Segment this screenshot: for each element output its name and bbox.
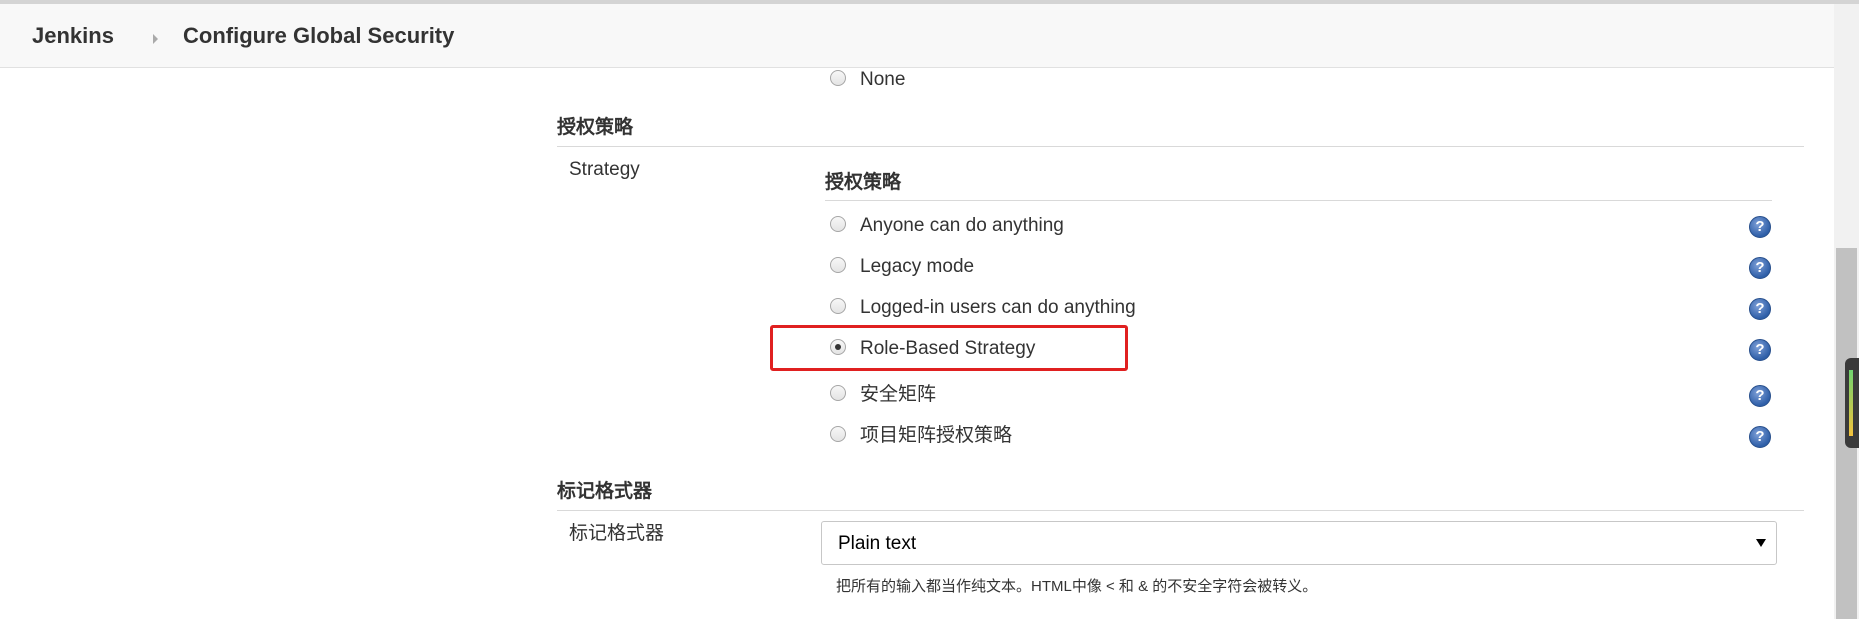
strategy-option[interactable]: Anyone can do anything [830, 214, 1780, 242]
strategy-option-label: 项目矩阵授权策略 [860, 425, 1013, 446]
breadcrumb-jenkins-link[interactable]: Jenkins [32, 22, 114, 50]
security-realm-none-option[interactable]: None [830, 68, 1780, 96]
help-icon[interactable]: ? [1749, 426, 1771, 448]
breadcrumb: Jenkins Configure Global Security [0, 4, 1834, 68]
strategy-option-label: Anyone can do anything [860, 215, 1064, 236]
markup-formatter-select[interactable]: Plain text [821, 521, 1777, 565]
strategy-option[interactable]: 项目矩阵授权策略 [830, 424, 1780, 452]
select-value: Plain text [838, 533, 917, 554]
authorization-section-title: 授权策略 [557, 117, 634, 138]
side-widget-icon[interactable] [1845, 358, 1859, 448]
breadcrumb-current-page[interactable]: Configure Global Security [183, 22, 454, 50]
help-icon[interactable]: ? [1749, 298, 1771, 320]
highlight-annotation [770, 325, 1128, 371]
page: Jenkins Configure Global Security None 授… [0, 0, 1859, 619]
strategy-radio[interactable] [830, 298, 846, 314]
strategy-option-label: 安全矩阵 [860, 384, 937, 405]
inner-divider [825, 200, 1772, 201]
strategy-option[interactable]: Legacy mode [830, 255, 1780, 283]
strategy-radio[interactable] [830, 257, 846, 273]
radio-label: None [860, 69, 906, 90]
authorization-inner-title: 授权策略 [825, 172, 902, 193]
markup-formatter-section-title: 标记格式器 [557, 481, 653, 502]
strategy-option[interactable]: Logged-in users can do anything [830, 296, 1780, 324]
help-icon[interactable]: ? [1749, 216, 1771, 238]
strategy-radio[interactable] [830, 216, 846, 232]
markup-formatter-hint: 把所有的输入都当作纯文本。HTML中像 < 和 & 的不安全字符会被转义。 [836, 578, 1318, 595]
strategy-option[interactable]: 安全矩阵 [830, 383, 1780, 411]
strategy-label: Strategy [569, 159, 640, 180]
security-realm-none-radio[interactable] [830, 70, 846, 86]
chevron-right-icon [153, 34, 158, 44]
strategy-radio[interactable] [830, 385, 846, 401]
strategy-radio[interactable] [830, 426, 846, 442]
section-divider [557, 510, 1804, 511]
markup-formatter-label: 标记格式器 [569, 523, 665, 544]
help-icon[interactable]: ? [1749, 385, 1771, 407]
section-divider [557, 146, 1804, 147]
strategy-option-label: Logged-in users can do anything [860, 297, 1136, 318]
help-icon[interactable]: ? [1749, 339, 1771, 361]
strategy-option-label: Legacy mode [860, 256, 975, 277]
chevron-down-icon [1756, 539, 1766, 547]
help-icon[interactable]: ? [1749, 257, 1771, 279]
